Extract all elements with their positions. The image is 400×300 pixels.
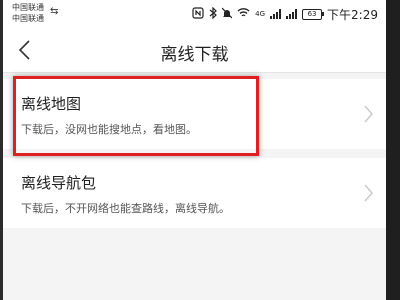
offline-nav-pack-title: 离线导航包 <box>21 174 97 192</box>
offline-nav-pack-item[interactable]: 离线导航包 下载后，不开网络也能查路线，离线导航。 <box>3 158 386 228</box>
chevron-right-icon <box>364 184 373 202</box>
nav-bar: 离线下载 <box>3 28 386 73</box>
device-edge <box>386 0 400 300</box>
clock: 下午2:29 <box>327 7 378 22</box>
offline-nav-pack-desc: 下载后，不开网络也能查路线，离线导航。 <box>21 202 230 215</box>
signal-icon-1 <box>270 9 282 19</box>
mute-icon <box>221 7 233 22</box>
wifi-icon <box>237 7 250 21</box>
offline-map-desc: 下载后，没网也能搜地点，看地图。 <box>21 123 197 136</box>
signal-icon-2 <box>286 9 298 19</box>
offline-map-title: 离线地图 <box>21 95 82 113</box>
status-icons: 4G 63 下午2:29 <box>192 6 378 22</box>
bluetooth-icon <box>209 6 218 22</box>
network-badge: 4G <box>255 10 266 18</box>
battery-icon: 63 <box>302 8 325 20</box>
carrier-1: 中国联通 <box>12 3 44 12</box>
offline-map-item[interactable]: 离线地图 下载后，没网也能搜地点，看地图。 <box>3 79 386 149</box>
sim-icon: ⇆ <box>50 6 59 17</box>
nfc-icon <box>192 6 204 22</box>
page-title: 离线下载 <box>160 45 229 65</box>
carrier-2: 中国联通 <box>12 14 44 23</box>
status-bar: 中国联通 中国联通 ⇆ 4G 63 下午2:29 <box>3 0 386 28</box>
battery-level: 63 <box>307 10 317 18</box>
phone-screen: 中国联通 中国联通 ⇆ 4G 63 下午2:29 离线下载 离线地图 下载后，没… <box>3 0 386 300</box>
carrier-labels: 中国联通 中国联通 <box>12 2 44 24</box>
chevron-right-icon <box>364 105 373 123</box>
